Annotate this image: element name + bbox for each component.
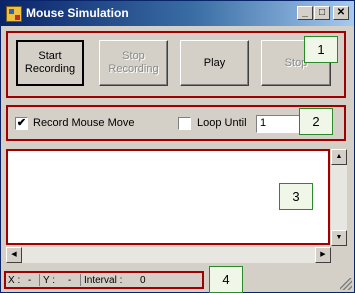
status-interval-label: Interval : <box>84 275 123 286</box>
start-recording-button[interactable]: Start Recording <box>16 40 84 86</box>
status-x-value: - <box>28 275 32 286</box>
loop-until-checkbox[interactable] <box>178 117 191 130</box>
stop-recording-label-line2: Recording <box>108 63 159 75</box>
scroll-right-button[interactable]: ▶ <box>315 247 331 263</box>
status-readout-group: X : - Y : - Interval : 0 <box>4 271 204 289</box>
record-mouse-move-label: Record Mouse Move <box>33 117 135 129</box>
status-x-label: X : <box>8 275 21 286</box>
callout-2: 2 <box>299 108 333 135</box>
record-mouse-move-checkbox[interactable]: ✔ <box>15 117 28 130</box>
start-recording-label-line2: Recording <box>24 63 76 75</box>
callout-4: 4 <box>209 266 243 293</box>
scroll-left-button[interactable]: ◀ <box>6 247 22 263</box>
stop-recording-label-line1: Stop <box>122 50 145 62</box>
resize-grip[interactable] <box>340 278 352 290</box>
recording-controls-group: Start Recording Stop Recording Play Stop <box>6 31 346 98</box>
scrollbar-corner <box>331 247 347 263</box>
callout-3: 3 <box>279 183 313 210</box>
play-button[interactable]: Play <box>180 40 249 86</box>
scroll-down-button[interactable]: ▼ <box>331 230 347 246</box>
options-group: ✔ Record Mouse Move Loop Until 1 <box>6 105 346 141</box>
scroll-up-button[interactable]: ▲ <box>331 149 347 165</box>
play-button-label: Play <box>203 56 226 69</box>
status-interval-value: 0 <box>140 275 146 286</box>
loop-until-label: Loop Until <box>197 117 247 129</box>
status-y-value: - <box>68 275 72 286</box>
status-separator <box>39 274 40 286</box>
status-separator <box>80 274 81 286</box>
start-recording-label-line1: Start <box>38 50 62 62</box>
callout-1: 1 <box>304 36 338 63</box>
loop-count-input[interactable]: 1 <box>256 115 304 133</box>
close-button[interactable]: ✕ <box>333 6 349 20</box>
status-y-label: Y : <box>43 275 56 286</box>
maximize-button[interactable]: □ <box>314 6 330 20</box>
window-title: Mouse Simulation <box>26 6 129 20</box>
title-bar[interactable]: Mouse Simulation _ □ ✕ <box>1 1 354 26</box>
app-icon[interactable] <box>6 6 22 22</box>
main-window: Mouse Simulation _ □ ✕ Start Recording S… <box>0 0 355 293</box>
vertical-scrollbar[interactable]: ▲ ▼ <box>331 149 347 246</box>
status-bar: X : - Y : - Interval : 0 <box>1 267 354 292</box>
stop-recording-button[interactable]: Stop Recording <box>99 40 168 86</box>
minimize-button[interactable]: _ <box>297 6 313 20</box>
horizontal-scrollbar[interactable]: ◀ ▶ <box>6 247 331 263</box>
